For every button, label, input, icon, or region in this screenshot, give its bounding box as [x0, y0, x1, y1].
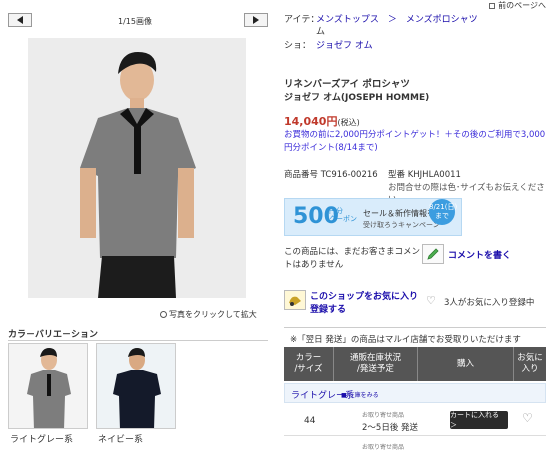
- divider: [8, 340, 268, 341]
- shop-favorite-icon[interactable]: [284, 290, 306, 310]
- back-link[interactable]: 前のページへ: [489, 0, 546, 11]
- date-badge: 8/21(日) まで: [429, 199, 457, 225]
- shop-label: ショ：: [284, 41, 312, 51]
- add-to-cart-button[interactable]: カートに入れる ＞: [450, 411, 508, 429]
- product-main-image[interactable]: [28, 38, 246, 298]
- arrow-right-icon: [253, 16, 259, 24]
- product-title: リネンバーズアイ ポロシャツ: [284, 79, 410, 90]
- magnifier-icon: [160, 311, 167, 318]
- item-category-path[interactable]: メンズトップス ＞ メンズポロシャツ ム: [316, 14, 516, 38]
- order-note: お取り寄せ商品: [362, 412, 405, 419]
- point-campaign-link[interactable]: お買物の前に2,000円分ポイントゲット！＋その後のご利用で3,000円分ポイン…: [284, 129, 546, 155]
- color-thumb-lightgray[interactable]: [8, 343, 88, 429]
- favorite-shop-link[interactable]: このショップをお気に入り登録する: [310, 291, 422, 317]
- divider: [284, 435, 546, 436]
- color-variation-title: カラ－バリエ－ション: [8, 330, 99, 340]
- col-color-size: カラー/サイズ: [284, 347, 334, 381]
- size-value: 44: [304, 416, 316, 426]
- write-comment-link[interactable]: コメントを書く: [448, 248, 511, 261]
- product-price: 14,040円(税込): [284, 115, 360, 128]
- stock-view-link[interactable]: ■ 在庫をみる: [341, 390, 379, 399]
- square-icon: [489, 2, 496, 9]
- color-thumb-label: ライトグレー系: [10, 435, 74, 445]
- shop-link[interactable]: ジョゼフ オム: [316, 40, 373, 52]
- arrow-left-icon: [17, 16, 23, 24]
- favorite-count: 3人がお気に入り登録中: [444, 298, 535, 308]
- heart-icon[interactable]: ♡: [426, 294, 436, 307]
- col-status: 通販在庫状況/発送予定: [334, 347, 418, 381]
- zoom-link[interactable]: 写真をクリックして拡大: [160, 309, 257, 320]
- item-label: アイテ：: [284, 15, 320, 25]
- col-favorite: お気に 入り: [517, 353, 543, 374]
- stock-table-header: カラー/サイズ 通販在庫状況/発送予定 購入 お気に 入り: [284, 347, 546, 381]
- coupon-banner[interactable]: 500 円分 クーポン セール＆新作情報を 受け取ろうキャンペーン 8/21(日)…: [284, 198, 462, 236]
- prev-image-button[interactable]: [8, 13, 32, 27]
- write-comment-button[interactable]: [422, 244, 444, 264]
- pencil-icon: [427, 248, 439, 260]
- ship-estimate: 2～5日後 発送: [362, 423, 419, 433]
- col-buy: 購入: [418, 347, 514, 381]
- color-thumb-label: ネイビー系: [98, 435, 144, 445]
- color-thumb-navy[interactable]: [96, 343, 176, 429]
- product-brand: ジョゼフ オム(JOSEPH HOMME): [284, 93, 430, 103]
- review-empty-text: この商品には、まだお客さまコメントはありません: [284, 247, 421, 270]
- model-number: 型番 KHJHLA0011: [388, 170, 461, 180]
- image-counter: 1/15画像: [118, 17, 152, 26]
- heart-icon[interactable]: ♡: [522, 411, 533, 425]
- color-group-row: ライトグレー系 ■ 在庫をみる: [284, 383, 546, 403]
- next-image-button[interactable]: [244, 13, 268, 27]
- pickup-notice: ※「翌日 発送」の商品はマルイ店舗でお受取りいただけます: [290, 335, 521, 345]
- divider: [284, 327, 546, 328]
- sku-number: 商品番号 TC916-00216: [284, 170, 378, 180]
